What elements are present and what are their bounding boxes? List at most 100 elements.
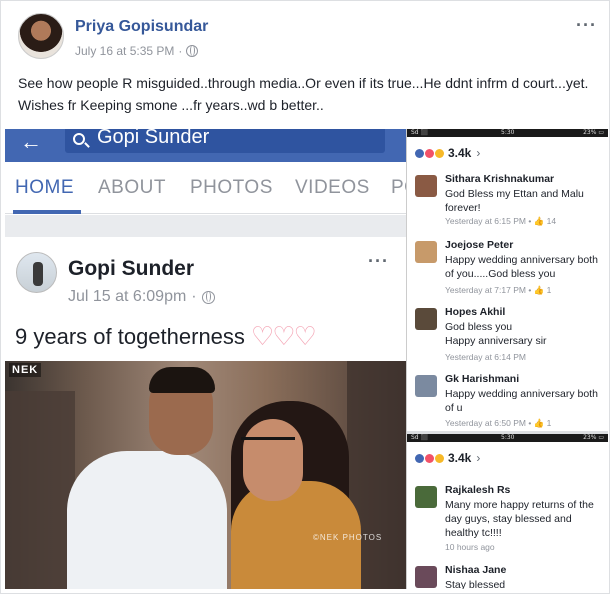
comment-body: Many more happy returns of the day guys,…: [445, 499, 594, 539]
search-text: Gopi Sunder: [97, 129, 210, 148]
commenter-name: Sithara Krishnakumar: [445, 173, 555, 185]
reaction-count: 3.4k: [448, 451, 472, 465]
comment-item: Rajkalesh Rs Many more happy returns of …: [415, 484, 605, 556]
commenter-name: Gk Harishmani: [445, 373, 520, 385]
phone-status-bar: Sd ⬛ 5:30 23% ▭: [407, 129, 608, 137]
wow-reaction-icon: [435, 148, 444, 158]
post-text: See how people R misguided..through medi…: [18, 75, 589, 113]
comment-like-count: 1: [546, 418, 552, 428]
inner-post-caption: 9 years of togetherness: [15, 323, 245, 349]
inner-post-author: Gopi Sunder: [68, 257, 194, 280]
status-left: Sd ⬛: [411, 129, 428, 136]
comment-time: 10 hours ago: [445, 542, 495, 552]
wow-reaction-icon: [435, 453, 444, 463]
meta-separator: ·: [178, 44, 183, 58]
chevron-right-icon: ›: [476, 451, 481, 465]
page-tabs: HOME ABOUT PHOTOS VIDEOS PO: [5, 162, 406, 214]
reactions-summary: 3.4k ›: [415, 146, 480, 160]
photo-man-shirt: [67, 451, 227, 589]
comment-meta: Yesterday at 6:15 PM • 👍 14: [445, 216, 556, 227]
inner-post-timestamp: Jul 15 at 6:09pm: [68, 288, 187, 305]
post-author-name[interactable]: Priya Gopisundar: [75, 18, 208, 36]
like-icon: 👍: [533, 418, 545, 428]
heart-emoji-icon: ♡♡♡: [250, 321, 317, 351]
commenter-name: Nishaa Jane: [445, 564, 507, 576]
reaction-count: 3.4k: [448, 146, 472, 160]
divider: [5, 215, 406, 237]
status-left: Sd ⬛: [411, 434, 428, 441]
shared-screenshot-comments-1: Sd ⬛ 5:30 23% ▭ 3.4k › Sithara Krishnaku…: [407, 129, 608, 431]
commenter-name: Joejose Peter: [445, 239, 514, 251]
inner-options-icon: ···: [368, 251, 389, 271]
post-timestamp[interactable]: July 16 at 5:35 PM: [75, 44, 174, 58]
shared-screenshot-comments-2: Sd ⬛ 5:30 23% ▭ 3.4k › Rajkalesh Rs Many…: [407, 431, 608, 589]
phone-status-bar: Sd ⬛ 5:30 23% ▭: [407, 434, 608, 442]
commenter-avatar: [415, 175, 437, 197]
comment-item: Sithara Krishnakumar God Bless my Ettan …: [415, 173, 605, 233]
love-reaction-icon: [425, 148, 434, 158]
commenter-avatar: [415, 241, 437, 263]
commenter-avatar: [415, 566, 437, 588]
comment-meta: 10 hours ago: [445, 542, 495, 552]
comment-meta: Yesterday at 6:14 PM: [445, 352, 526, 362]
tab-videos: VIDEOS: [295, 177, 370, 198]
comment-item: Nishaa Jane Stay blessed: [415, 564, 605, 589]
inner-post-card: Gopi Sunder Jul 15 at 6:09pm · ··· 9 yea…: [5, 237, 406, 589]
tab-home: HOME: [15, 177, 74, 198]
inner-author-avatar: [16, 252, 57, 293]
globe-icon: [201, 290, 215, 304]
comment-like-count: 1: [546, 285, 552, 295]
back-arrow-icon: ←: [20, 129, 42, 154]
inner-post-text: 9 years of togetherness ♡♡♡: [15, 321, 317, 352]
photo-glasses: [241, 437, 295, 453]
comment-like-count: 14: [546, 216, 557, 226]
status-time: 5:30: [501, 434, 515, 441]
comment-body: God bless you Happy anniversary sir: [445, 321, 547, 347]
post-meta: July 16 at 5:35 PM ·: [75, 44, 199, 58]
facebook-post: Priya Gopisundar July 16 at 5:35 PM · ··…: [0, 0, 610, 594]
commenter-avatar: [415, 308, 437, 330]
comment-body: Happy wedding anniversary both of you...…: [445, 254, 598, 280]
comment-time: Yesterday at 6:50 PM •: [445, 418, 534, 428]
tab-about: ABOUT: [98, 177, 166, 198]
status-battery: 23% ▭: [583, 434, 604, 441]
author-avatar[interactable]: [18, 13, 64, 59]
photo-logo: NEK: [9, 363, 42, 377]
comment-item: Hopes Akhil God bless you Happy annivers…: [415, 306, 605, 366]
like-icon: 👍: [533, 285, 545, 295]
like-reaction-icon: [415, 453, 424, 463]
photo-man-hair: [149, 367, 215, 393]
commenter-avatar: [415, 486, 437, 508]
commenter-name: Hopes Akhil: [445, 306, 506, 318]
status-time: 5:30: [501, 129, 515, 136]
shared-screenshot-fb-page: ← Gopi Sunder HOME ABOUT PHOTOS VIDEOS P…: [5, 129, 407, 589]
reactions-summary: 3.4k ›: [415, 451, 480, 465]
tab-posts: PO: [391, 177, 406, 198]
comment-meta: Yesterday at 7:17 PM • 👍 1: [445, 285, 551, 296]
comment-body: Happy wedding anniversary both of u: [445, 388, 598, 414]
commenter-avatar: [415, 375, 437, 397]
fb-top-bar: ← Gopi Sunder: [5, 129, 406, 162]
search-icon: [73, 133, 85, 145]
commenter-name: Rajkalesh Rs: [445, 484, 511, 496]
comment-time: Yesterday at 6:15 PM •: [445, 216, 534, 226]
status-battery: 23% ▭: [583, 129, 604, 136]
photo-background-people: [5, 391, 75, 589]
couple-photo: NEK ©NEK PHOTOS: [5, 361, 406, 589]
comment-body: Stay blessed: [445, 579, 506, 589]
active-tab-indicator: [13, 210, 81, 214]
photo-watermark: ©NEK PHOTOS: [313, 533, 383, 542]
search-box: Gopi Sunder: [65, 129, 385, 153]
like-icon: 👍: [533, 216, 545, 226]
love-reaction-icon: [425, 453, 434, 463]
inner-post-meta: Jul 15 at 6:09pm ·: [68, 288, 215, 306]
post-options-button[interactable]: ···: [576, 15, 597, 36]
globe-icon[interactable]: [186, 45, 199, 57]
chevron-right-icon: ›: [476, 146, 481, 160]
inner-meta-separator: ·: [191, 288, 197, 305]
like-reaction-icon: [415, 148, 424, 158]
comment-item: Joejose Peter Happy wedding anniversary …: [415, 239, 605, 299]
tab-photos: PHOTOS: [190, 177, 273, 198]
comment-meta: Yesterday at 6:50 PM • 👍 1: [445, 418, 551, 429]
comment-time: Yesterday at 7:17 PM •: [445, 285, 534, 295]
